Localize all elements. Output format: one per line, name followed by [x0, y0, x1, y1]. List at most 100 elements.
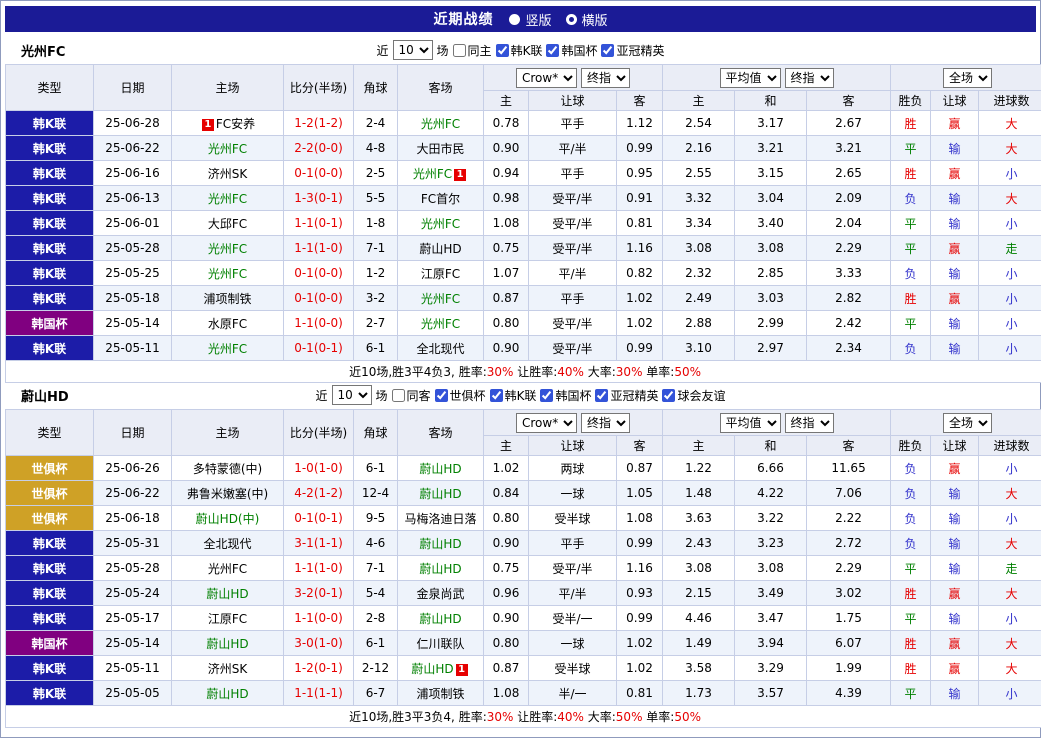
- average-index-select[interactable]: 终指: [785, 413, 834, 433]
- header-odds-away: 客: [617, 91, 663, 111]
- match-count-select[interactable]: 10: [332, 385, 372, 405]
- odds-handicap-cell: 平/半: [529, 581, 617, 606]
- checkbox-亚冠精英[interactable]: [595, 389, 608, 402]
- summary-record: 近10场,胜3平3负4,: [349, 710, 455, 724]
- checkbox-label: 韩国杯: [555, 387, 591, 404]
- checkbox-球会友谊[interactable]: [662, 389, 675, 402]
- header-result-handicap: 让球: [931, 91, 979, 111]
- team-link: 全北现代: [203, 537, 251, 551]
- result-goals-cell: 小: [979, 681, 1041, 706]
- avg-draw-cell: 3.29: [735, 656, 807, 681]
- table-row: 韩K联25-06-281FC安养1-2(1-2)2-4光州FC0.78平手1.1…: [6, 111, 1041, 136]
- filter-checkbox-韩国杯[interactable]: 韩国杯: [546, 42, 597, 59]
- match-count-select[interactable]: 10: [393, 40, 433, 60]
- filter-checkbox-同主[interactable]: 同主: [453, 42, 492, 59]
- checkbox-韩K联[interactable]: [490, 389, 503, 402]
- odds-home-cell: 0.80: [484, 311, 529, 336]
- table-row: 韩K联25-06-13光州FC1-3(0-1)5-5FC首尔0.98受平/半0.…: [6, 186, 1041, 211]
- odds-handicap-cell: 受平/半: [529, 556, 617, 581]
- scope-select[interactable]: 全场: [943, 413, 992, 433]
- odds-away-cell: 0.99: [617, 336, 663, 361]
- team-link: 光州FC: [413, 167, 452, 181]
- team-link: 浦项制铁: [416, 687, 464, 701]
- result-goals-cell: 大: [979, 531, 1041, 556]
- summary-stat-value: 50%: [616, 710, 643, 724]
- view-option-竖版[interactable]: 竖版: [509, 10, 551, 29]
- average-select[interactable]: 平均值: [720, 413, 781, 433]
- company-select[interactable]: Crow*: [516, 68, 577, 88]
- result-wdl-cell: 胜: [891, 656, 931, 681]
- filter-checkbox-亚冠精英[interactable]: 亚冠精英: [595, 387, 658, 404]
- odds-handicap-cell: 平手: [529, 286, 617, 311]
- team-link: 大邱FC: [208, 217, 247, 231]
- result-goals-cell: 走: [979, 556, 1041, 581]
- avg-draw-cell: 3.17: [735, 111, 807, 136]
- checkbox-亚冠精英[interactable]: [601, 44, 614, 57]
- team-link: 金泉尚武: [416, 587, 464, 601]
- team-link: 仁川联队: [416, 637, 464, 651]
- header-home: 主场: [172, 65, 284, 111]
- team-link: 光州FC: [208, 342, 247, 356]
- odds-away-cell: 1.02: [617, 656, 663, 681]
- average-select[interactable]: 平均值: [720, 68, 781, 88]
- company-index-select[interactable]: 终指: [581, 68, 630, 88]
- average-index-select[interactable]: 终指: [785, 68, 834, 88]
- header-date: 日期: [94, 410, 172, 456]
- company-select[interactable]: Crow*: [516, 413, 577, 433]
- view-option-横版[interactable]: 横版: [566, 10, 608, 29]
- header-result-goals: 进球数: [979, 436, 1041, 456]
- filter-checkbox-同客[interactable]: 同客: [392, 387, 431, 404]
- team-link: FC安养: [216, 117, 255, 131]
- corners-cell: 9-5: [354, 506, 398, 531]
- score-cell: 4-2(1-2): [284, 481, 354, 506]
- team-link: 多特蒙德(中): [193, 462, 262, 476]
- radio-icon[interactable]: [566, 14, 577, 25]
- result-goals-cell: 大: [979, 111, 1041, 136]
- result-handicap-cell: 输: [931, 531, 979, 556]
- filter-checkbox-韩K联[interactable]: 韩K联: [496, 42, 543, 59]
- odds-handicap-cell: 受半/一: [529, 606, 617, 631]
- checkbox-同客[interactable]: [392, 389, 405, 402]
- away-team-cell: 光州FC: [398, 286, 484, 311]
- summary-stat-label: 单率:: [642, 365, 674, 379]
- away-team-cell: 蔚山HD: [398, 556, 484, 581]
- checkbox-世俱杯[interactable]: [435, 389, 448, 402]
- header-result-group: 全场: [891, 410, 1041, 436]
- score-cell: 1-0(1-0): [284, 456, 354, 481]
- checkbox-韩国杯[interactable]: [546, 44, 559, 57]
- filter-checkbox-球会友谊[interactable]: 球会友谊: [662, 387, 725, 404]
- odds-handicap-cell: 两球: [529, 456, 617, 481]
- filter-near-label: 近: [377, 42, 389, 59]
- table-row: 韩K联25-05-24蔚山HD3-2(0-1)5-4金泉尚武0.96平/半0.9…: [6, 581, 1041, 606]
- result-goals-cell: 大: [979, 481, 1041, 506]
- result-handicap-cell: 输: [931, 506, 979, 531]
- date-cell: 25-05-11: [94, 336, 172, 361]
- company-index-select[interactable]: 终指: [581, 413, 630, 433]
- date-cell: 25-05-28: [94, 236, 172, 261]
- corners-cell: 4-8: [354, 136, 398, 161]
- date-cell: 25-05-14: [94, 311, 172, 336]
- score-cell: 1-1(0-0): [284, 606, 354, 631]
- result-wdl-cell: 负: [891, 481, 931, 506]
- away-team-cell: 光州FC1: [398, 161, 484, 186]
- header-score: 比分(半场): [284, 410, 354, 456]
- result-handicap-cell: 赢: [931, 631, 979, 656]
- checkbox-同主[interactable]: [453, 44, 466, 57]
- table-row: 世俱杯25-06-26多特蒙德(中)1-0(1-0)6-1蔚山HD1.02两球0…: [6, 456, 1041, 481]
- avg-draw-cell: 2.85: [735, 261, 807, 286]
- scope-select[interactable]: 全场: [943, 68, 992, 88]
- summary-stat-value: 40%: [557, 365, 584, 379]
- table-row: 韩K联25-05-25光州FC0-1(0-0)1-2江原FC1.07平/半0.8…: [6, 261, 1041, 286]
- avg-home-cell: 2.16: [663, 136, 735, 161]
- avg-away-cell: 1.75: [807, 606, 891, 631]
- date-cell: 25-05-25: [94, 261, 172, 286]
- checkbox-韩国杯[interactable]: [540, 389, 553, 402]
- filter-checkbox-韩国杯[interactable]: 韩国杯: [540, 387, 591, 404]
- home-team-cell: 光州FC: [172, 136, 284, 161]
- filter-checkbox-世俱杯[interactable]: 世俱杯: [435, 387, 486, 404]
- filter-checkbox-亚冠精英[interactable]: 亚冠精英: [601, 42, 664, 59]
- avg-home-cell: 2.32: [663, 261, 735, 286]
- radio-icon[interactable]: [509, 14, 520, 25]
- filter-checkbox-韩K联[interactable]: 韩K联: [490, 387, 537, 404]
- checkbox-韩K联[interactable]: [496, 44, 509, 57]
